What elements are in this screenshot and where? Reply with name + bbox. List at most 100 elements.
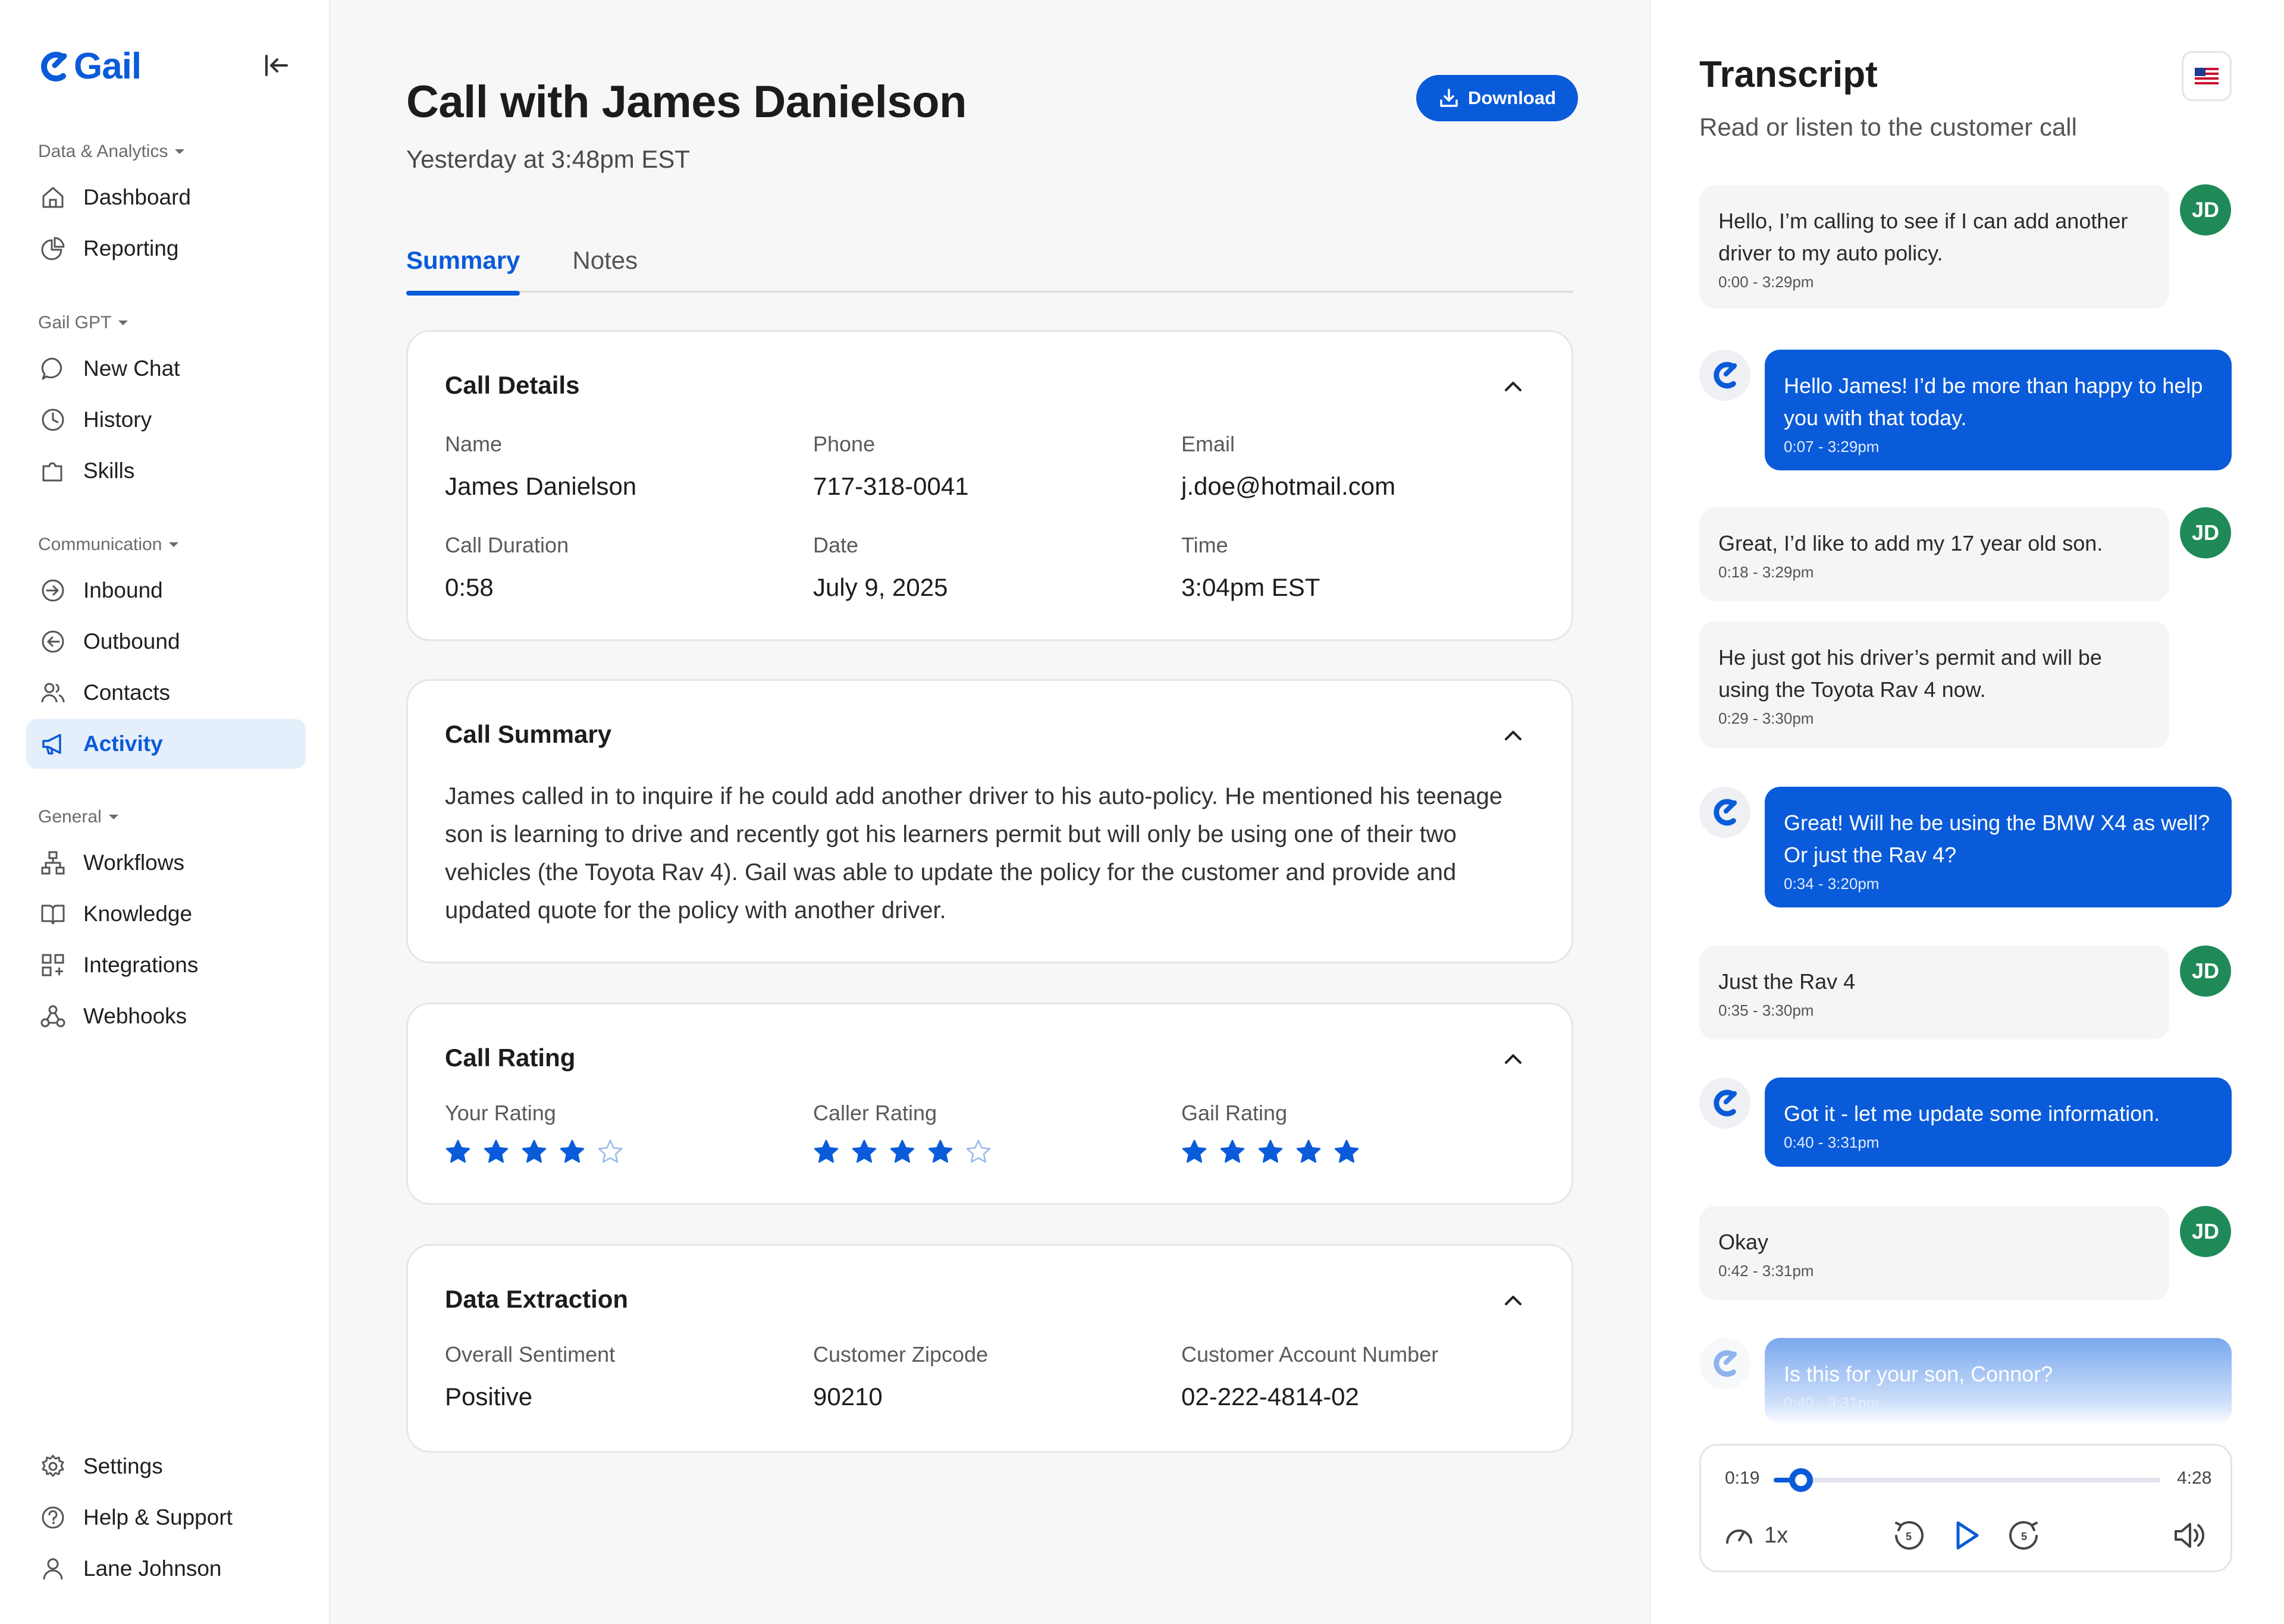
star-filled-icon[interactable] bbox=[559, 1139, 585, 1165]
sidebar-item-user-profile[interactable]: Lane Johnson bbox=[26, 1544, 306, 1594]
field-value: j.doe@hotmail.com bbox=[1181, 472, 1396, 500]
sidebar-item-label: New Chat bbox=[83, 356, 180, 381]
sidebar-item-contacts[interactable]: Contacts bbox=[26, 668, 306, 718]
sidebar-item-skills[interactable]: Skills bbox=[26, 446, 306, 496]
sidebar-item-help-support[interactable]: Help & Support bbox=[26, 1493, 306, 1543]
gail-logo-icon bbox=[1714, 1350, 1737, 1377]
star-rating-input[interactable] bbox=[445, 1139, 635, 1165]
forward-5-icon: 5 bbox=[2009, 1521, 2038, 1550]
chevron-up-icon bbox=[1505, 1054, 1521, 1064]
message-text: Got it - let me update some information. bbox=[1784, 1101, 2160, 1126]
star-empty-icon[interactable] bbox=[597, 1139, 623, 1165]
progress-handle[interactable] bbox=[1789, 1468, 1814, 1492]
sidebar-item-label: Help & Support bbox=[83, 1505, 233, 1529]
skip-forward-button[interactable]: 5 bbox=[2006, 1516, 2043, 1555]
customer-message: Hello, I’m calling to see if I can add a… bbox=[1699, 185, 2169, 309]
star-rating-display bbox=[1181, 1139, 1372, 1165]
caret-down-icon bbox=[169, 542, 179, 547]
skip-forward-seconds: 5 bbox=[2021, 1531, 2027, 1543]
field-label: Email bbox=[1181, 432, 1235, 456]
call-details-card: Call Details Name James Danielson Phone … bbox=[406, 330, 1573, 641]
sidebar-item-activity[interactable]: Activity bbox=[26, 719, 306, 769]
star-rating-display bbox=[813, 1139, 1003, 1165]
tab-notes[interactable]: Notes bbox=[572, 240, 638, 293]
star-filled-icon[interactable] bbox=[521, 1139, 547, 1165]
collapse-sidebar-button[interactable] bbox=[261, 50, 291, 81]
page-title: Call with James Danielson bbox=[406, 77, 967, 127]
progress-track[interactable] bbox=[1774, 1468, 2160, 1492]
star-empty-icon bbox=[966, 1139, 991, 1163]
gail-logo-icon bbox=[1714, 1089, 1737, 1117]
sidebar-item-webhooks[interactable]: Webhooks bbox=[26, 991, 306, 1041]
field-date: Date July 9, 2025 bbox=[813, 533, 948, 602]
home-icon bbox=[39, 184, 67, 211]
playback-speed: 1x bbox=[1764, 1522, 1789, 1548]
collapse-call-rating-button[interactable] bbox=[1500, 1046, 1526, 1072]
volume-button[interactable] bbox=[2171, 1516, 2208, 1555]
play-button[interactable] bbox=[1947, 1516, 1984, 1555]
workflow-icon bbox=[39, 849, 67, 877]
sidebar-item-settings[interactable]: Settings bbox=[26, 1441, 306, 1491]
sidebar-item-dashboard[interactable]: Dashboard bbox=[26, 172, 306, 222]
sidebar-item-workflows[interactable]: Workflows bbox=[26, 838, 306, 888]
sidebar-item-label: Workflows bbox=[83, 850, 184, 875]
help-circle-icon bbox=[39, 1504, 67, 1531]
collapse-call-summary-button[interactable] bbox=[1500, 723, 1526, 749]
download-button[interactable]: Download bbox=[1416, 75, 1578, 121]
avatar: JD bbox=[2180, 507, 2231, 558]
customer-message: Okay 0:42 - 3:31pm bbox=[1699, 1206, 2169, 1300]
field-label: Date bbox=[813, 533, 859, 557]
gail-logo[interactable]: Gail bbox=[37, 45, 142, 87]
tab-summary[interactable]: Summary bbox=[406, 240, 520, 296]
sidebar-item-knowledge[interactable]: Knowledge bbox=[26, 889, 306, 939]
total-time: 4:28 bbox=[2177, 1468, 2212, 1488]
skip-back-button[interactable]: 5 bbox=[1890, 1516, 1927, 1555]
section-toggle-communication[interactable]: Communication bbox=[26, 531, 306, 558]
sidebar-item-inbound[interactable]: Inbound bbox=[26, 566, 306, 615]
data-extraction-card: Data Extraction Overall Sentiment Positi… bbox=[406, 1244, 1573, 1453]
field-customer-zipcode: Customer Zipcode 90210 bbox=[813, 1342, 988, 1411]
sidebar-item-reporting[interactable]: Reporting bbox=[26, 224, 306, 274]
playback-speed-button[interactable]: 1x bbox=[1723, 1516, 1788, 1555]
gail-agent-avatar bbox=[1699, 787, 1750, 838]
sidebar: Gail Data & Analytics Dashboard Reportin… bbox=[0, 0, 330, 1624]
agent-message: Great! Will he be using the BMW X4 as we… bbox=[1765, 787, 2232, 907]
star-filled-icon[interactable] bbox=[445, 1139, 471, 1165]
field-label: Customer Account Number bbox=[1181, 1342, 1439, 1367]
field-time: Time 3:04pm EST bbox=[1181, 533, 1320, 602]
message-timestamp: 0:29 - 3:30pm bbox=[1718, 709, 1814, 727]
sidebar-item-label: Inbound bbox=[83, 578, 163, 602]
nav-section-general: General Workflows Knowledge Integrations… bbox=[26, 803, 306, 1042]
star-filled-icon bbox=[1182, 1139, 1207, 1163]
message-timestamp: 0:35 - 3:30pm bbox=[1718, 1001, 1814, 1019]
rewind-5-icon: 5 bbox=[1895, 1521, 1924, 1550]
sidebar-item-outbound[interactable]: Outbound bbox=[26, 617, 306, 667]
message-timestamp: 0:00 - 3:29pm bbox=[1718, 273, 1814, 291]
caret-down-icon bbox=[118, 321, 128, 325]
sidebar-item-label: Dashboard bbox=[83, 185, 192, 209]
field-call-duration: Call Duration 0:58 bbox=[445, 533, 569, 602]
section-toggle-gail-gpt[interactable]: Gail GPT bbox=[26, 309, 306, 337]
sidebar-item-new-chat[interactable]: New Chat bbox=[26, 344, 306, 394]
section-label: Data & Analytics bbox=[38, 142, 168, 161]
logo-text: Gail bbox=[74, 46, 142, 87]
star-filled-icon[interactable] bbox=[483, 1139, 509, 1165]
section-label: Communication bbox=[38, 535, 162, 554]
sidebar-item-label: Activity bbox=[83, 731, 163, 756]
nav-section-communication: Communication Inbound Outbound Contacts … bbox=[26, 531, 306, 770]
language-button[interactable] bbox=[2182, 51, 2232, 101]
sidebar-item-integrations[interactable]: Integrations bbox=[26, 940, 306, 990]
nav-section-gail-gpt: Gail GPT New Chat History Skills bbox=[26, 309, 306, 497]
sidebar-item-label: Settings bbox=[83, 1454, 163, 1478]
star-filled-icon bbox=[1220, 1139, 1245, 1163]
collapse-data-extraction-button[interactable] bbox=[1500, 1287, 1526, 1314]
section-label: General bbox=[38, 807, 102, 827]
section-toggle-general[interactable]: General bbox=[26, 803, 306, 831]
sidebar-footer: Settings Help & Support Lane Johnson bbox=[26, 1441, 306, 1595]
volume-icon bbox=[2175, 1523, 2205, 1548]
field-email: Email j.doe@hotmail.com bbox=[1181, 432, 1395, 501]
sidebar-item-history[interactable]: History bbox=[26, 395, 306, 445]
section-toggle-data-analytics[interactable]: Data & Analytics bbox=[26, 138, 306, 165]
collapse-call-details-button[interactable] bbox=[1500, 373, 1526, 400]
star-filled-icon bbox=[1258, 1139, 1283, 1163]
